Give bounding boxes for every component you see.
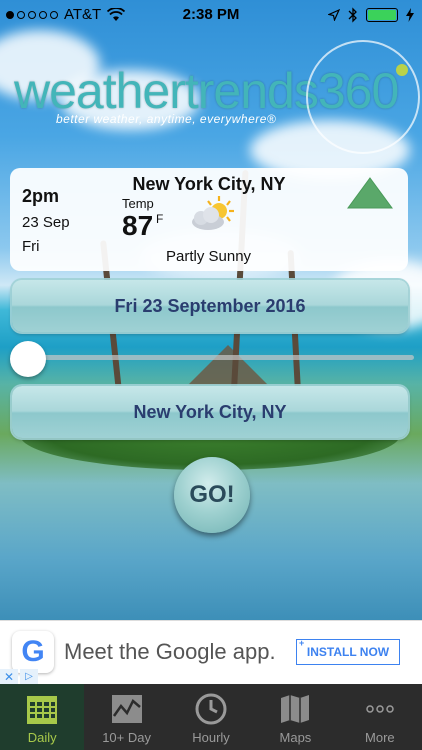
map-icon xyxy=(281,695,310,723)
brand-logo: weathertrends360 better weather, anytime… xyxy=(14,40,420,154)
tab-10-day-label: 10+ Day xyxy=(102,730,151,745)
location-arrow-icon xyxy=(328,9,340,21)
tab-daily-label: Daily xyxy=(27,730,57,745)
clock-icon xyxy=(195,693,227,725)
logo-word: weathertrends xyxy=(14,63,319,119)
partly-sunny-icon xyxy=(192,196,234,230)
ad-text: Meet the Google app. xyxy=(64,639,276,664)
status-bar: AT&T 2:38 PM xyxy=(0,0,422,30)
tab-10-day[interactable]: 10+ Day xyxy=(84,684,168,750)
tab-maps-label: Maps xyxy=(279,730,312,745)
tab-daily[interactable]: Daily xyxy=(0,684,85,750)
date-slider[interactable] xyxy=(10,341,414,377)
tab-maps[interactable]: Maps xyxy=(253,684,337,750)
go-button[interactable]: GO! xyxy=(174,457,250,533)
tab-bar: Daily 10+ Day Hourly Maps More xyxy=(0,684,422,750)
logo-tagline: better weather, anytime, everywhere® xyxy=(56,112,277,126)
ad-close-icon[interactable]: ✕ xyxy=(0,669,18,685)
temp-value: 87 xyxy=(122,210,154,241)
battery-icon xyxy=(366,8,398,22)
location-button[interactable]: New York City, NY xyxy=(12,386,408,438)
forecast-condition: Partly Sunny xyxy=(166,248,252,265)
adchoices-icon[interactable]: ▷ xyxy=(20,669,38,685)
chart-icon xyxy=(111,695,142,723)
google-logo-letter: G xyxy=(21,635,45,668)
tab-more-label: More xyxy=(365,730,395,745)
temp-unit: F xyxy=(156,212,164,226)
ad-banner[interactable]: G Meet the Google app. + INSTALL NOW ✕ ▷ xyxy=(0,620,422,685)
forecast-card: New York City, NY 2pm 23 Sep Fri Temp 87… xyxy=(10,168,408,271)
tab-hourly-label: Hourly xyxy=(192,730,230,745)
forecast-time: 2pm xyxy=(22,186,60,206)
more-icon xyxy=(366,705,394,713)
google-app-logo: G xyxy=(12,631,54,673)
slider-track[interactable] xyxy=(20,355,414,360)
forecast-day: Fri xyxy=(22,238,40,255)
plus-icon: + xyxy=(299,638,305,648)
tab-more[interactable]: More xyxy=(338,684,422,750)
bluetooth-icon xyxy=(348,7,357,23)
date-button[interactable]: Fri 23 September 2016 xyxy=(12,280,408,332)
charging-icon xyxy=(406,8,414,22)
temp-label: Temp xyxy=(122,196,154,211)
forecast-date: 23 Sep xyxy=(22,214,70,231)
slider-thumb[interactable] xyxy=(10,341,46,377)
calendar-icon xyxy=(27,696,58,724)
install-now-button[interactable]: + INSTALL NOW xyxy=(296,638,400,665)
tab-hourly[interactable]: Hourly xyxy=(169,684,253,750)
up-triangle-icon xyxy=(347,177,393,209)
install-now-label: INSTALL NOW xyxy=(306,645,390,659)
